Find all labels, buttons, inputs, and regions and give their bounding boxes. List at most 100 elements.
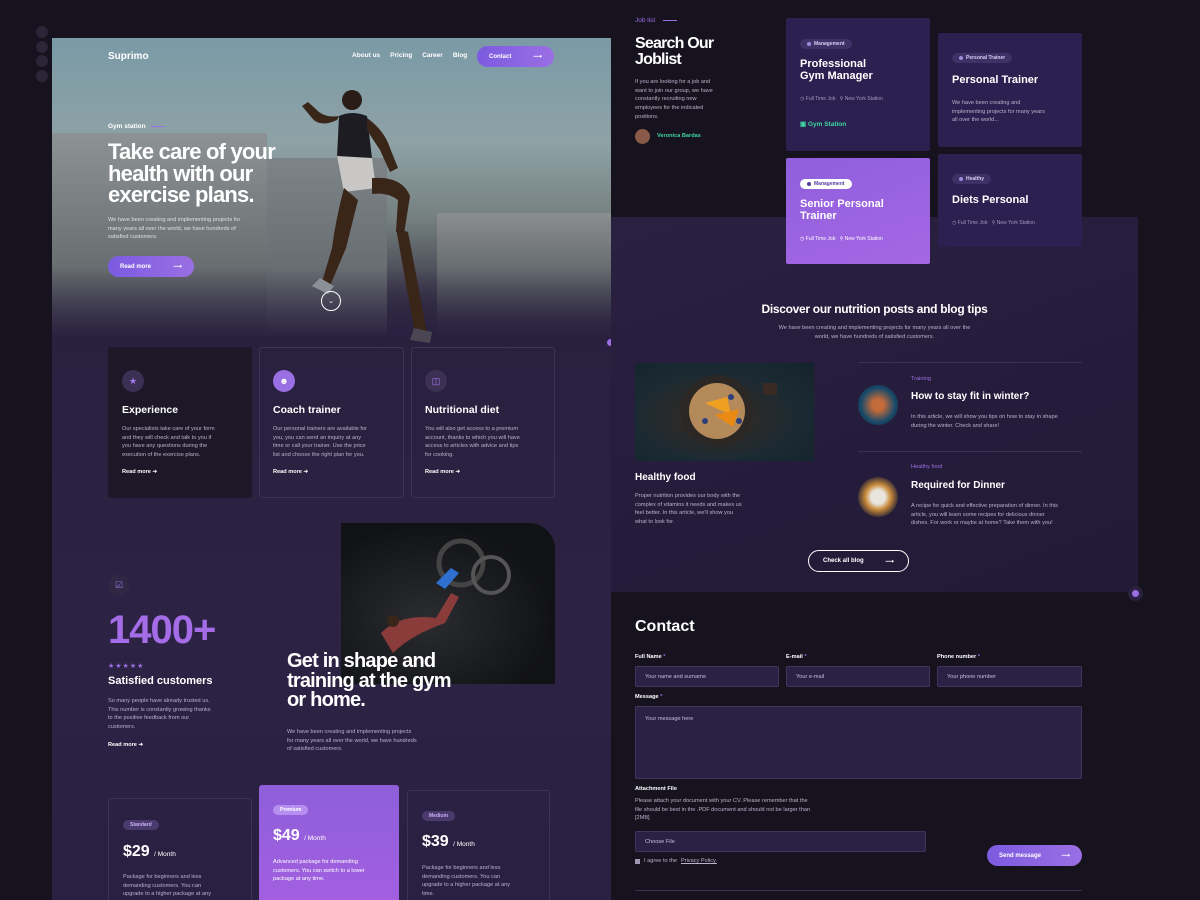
email-label: E-mail * [786, 654, 807, 660]
job-title: Senior Personal Trainer [800, 198, 884, 222]
price-card-premium[interactable]: Premium $49 / Month Advanced package for… [259, 785, 399, 900]
price-text: Package for beginners and less demanding … [422, 865, 511, 897]
price: $49 / Month [273, 827, 326, 844]
post-thumbnail [858, 477, 898, 517]
phone-label: Phone number * [937, 654, 980, 660]
feature-read-more[interactable]: Read more ➜ [122, 469, 157, 475]
price-text: Advanced package for demanding customers.… [273, 859, 365, 883]
nav-about[interactable]: About us [352, 52, 380, 59]
job-chip: Management [800, 39, 852, 49]
brand-logo[interactable]: Suprimo [108, 51, 149, 62]
hero-section: Suprimo About us Pricing Career Blog Con… [52, 38, 611, 343]
joblist-text: If you are looking for a job and want to … [635, 79, 713, 120]
feature-card-experience[interactable]: ★ Experience Our specialists take care o… [108, 347, 252, 498]
job-location-link[interactable]: ▣ Gym Station [800, 120, 846, 128]
healthy-food-photo [635, 363, 814, 461]
full-name-input[interactable]: Your name and surname [635, 666, 779, 687]
hero-text: We have been creating and implementing p… [108, 217, 241, 241]
blog-title: Discover our nutrition posts and blog ti… [761, 302, 988, 316]
job-title: Diets Personal [952, 194, 1029, 206]
cup-icon: ◫ [425, 370, 447, 392]
arrow-right-icon: ⟶ [885, 558, 894, 565]
post-text: A recipe for quick and effective prepara… [911, 503, 1058, 527]
author-name[interactable]: Veronica Bardas [657, 133, 701, 139]
phone-input[interactable]: Your phone number [937, 666, 1082, 687]
shape-text: We have been creating and implementing p… [287, 729, 417, 753]
agree-checkbox[interactable] [635, 858, 640, 864]
hero-title: Take care of your health with our exercise… [108, 139, 276, 208]
stats-read-more[interactable]: Read more ➜ [108, 742, 143, 748]
job-title: Personal Trainer [952, 74, 1039, 86]
price-card-standard[interactable]: Standard $29 / Month Package for beginne… [108, 798, 252, 900]
left-page: Suprimo About us Pricing Career Blog Con… [52, 38, 611, 900]
post-text: In this article, we will show you tips o… [911, 414, 1058, 429]
check-all-blog-button[interactable]: Check all blog ⟶ [808, 550, 909, 572]
main-nav: About us Pricing Career Blog [342, 52, 467, 59]
price: $39 / Month [422, 833, 475, 850]
stats-text: So many people have already trusted us. T… [108, 698, 211, 730]
privacy-policy-link[interactable]: Privacy Policy. [681, 858, 717, 864]
post-title[interactable]: Required for Dinner [911, 480, 1005, 491]
stats-label: Satisfied customers [108, 675, 213, 687]
feature-read-more[interactable]: Read more ➜ [425, 469, 460, 475]
hero-read-more-button[interactable]: Read more ⟶ [108, 256, 194, 277]
price-tag: Premium [273, 805, 309, 815]
price-text: Package for beginners and less demanding … [123, 874, 212, 898]
job-title: Professional Gym Manager [800, 58, 873, 82]
attachment-label: Attachment File [635, 786, 677, 792]
nav-pricing[interactable]: Pricing [390, 52, 412, 59]
choose-file-input[interactable]: Choose File [635, 831, 926, 852]
feature-text: Our specialists take care of your form an… [122, 426, 215, 458]
feature-title: Experience [122, 404, 179, 416]
price-tag: Standard [123, 820, 159, 830]
email-input[interactable]: Your e-mail [786, 666, 930, 687]
arrow-right-icon: ⟶ [1061, 853, 1070, 859]
price-tag: Medium [422, 811, 455, 821]
contact-title: Contact [635, 618, 695, 635]
job-text: We have been creating and implementing pr… [952, 100, 1045, 124]
job-chip: Management [800, 179, 852, 189]
rating-stars: ★★★★★ [108, 663, 145, 670]
feature-text: You will also get access to a premium acc… [425, 426, 520, 458]
shape-title: Get in shape and training at the gym or ho… [287, 650, 452, 712]
feature-title: Nutritional diet [425, 404, 500, 416]
feature-card-nutrition[interactable]: ◫ Nutritional diet You will also get acc… [411, 347, 555, 498]
blog-subtitle: We have been creating and implementing p… [778, 325, 971, 340]
job-card-senior-trainer[interactable]: Management Senior Personal Trainer ◷ Full… [786, 158, 930, 264]
job-card-diets[interactable]: Healthy Diets Personal ◷ Full Time Job ⚲… [938, 154, 1082, 247]
arrow-right-icon: ⟶ [173, 264, 182, 270]
job-meta: ◷ Full Time Job ⚲ New York Station [800, 96, 883, 102]
scroll-down-icon[interactable]: ⌄ [321, 291, 341, 311]
job-card-personal-trainer[interactable]: Personal Trainer Personal Trainer We hav… [938, 33, 1082, 147]
job-meta: ◷ Full Time Job ⚲ New York Station [800, 236, 883, 242]
send-message-button[interactable]: Send message ⟶ [987, 845, 1082, 866]
decor-dot [1128, 586, 1143, 601]
hero-eyebrow: Gym station [108, 123, 165, 130]
price: $29 / Month [123, 843, 176, 860]
star-icon: ★ [122, 370, 144, 392]
privacy-agreement: I agree to the Privacy Policy. [635, 858, 717, 864]
contact-button[interactable]: Contact ⟶ [477, 46, 554, 67]
price-card-medium[interactable]: Medium $39 / Month Package for beginners… [407, 790, 550, 900]
post-category: Healthy food [911, 464, 943, 470]
message-textarea[interactable]: Your message here [635, 706, 1082, 779]
post-title[interactable]: How to stay fit in winter? [911, 391, 1029, 402]
nav-blog[interactable]: Blog [453, 52, 467, 59]
post-thumbnail [858, 385, 898, 425]
feature-card-coach[interactable]: ☻ Coach trainer Our personal trainers ar… [259, 347, 404, 498]
job-chip: Healthy [952, 174, 992, 184]
avatar [635, 129, 650, 144]
feature-text: Our personal trainers are available for y… [273, 426, 367, 458]
blog-feature-title[interactable]: Healthy food [635, 472, 696, 483]
full-name-label: Full Name * [635, 654, 666, 660]
post-category: Training [911, 376, 932, 382]
job-card-gym-manager[interactable]: Management Professional Gym Manager ◷ Ful… [786, 18, 930, 151]
blog-feature-text: Proper nutrition provides our body with … [635, 493, 742, 525]
arrow-right-icon: ⟶ [533, 54, 542, 60]
joblist-eyebrow: Job list [635, 17, 678, 24]
feature-read-more[interactable]: Read more ➜ [273, 469, 308, 475]
attachment-text: Please attach your document with your CV… [635, 798, 811, 822]
job-chip: Personal Trainer [952, 53, 1013, 63]
athlete-image [302, 90, 432, 343]
nav-career[interactable]: Career [422, 52, 443, 59]
